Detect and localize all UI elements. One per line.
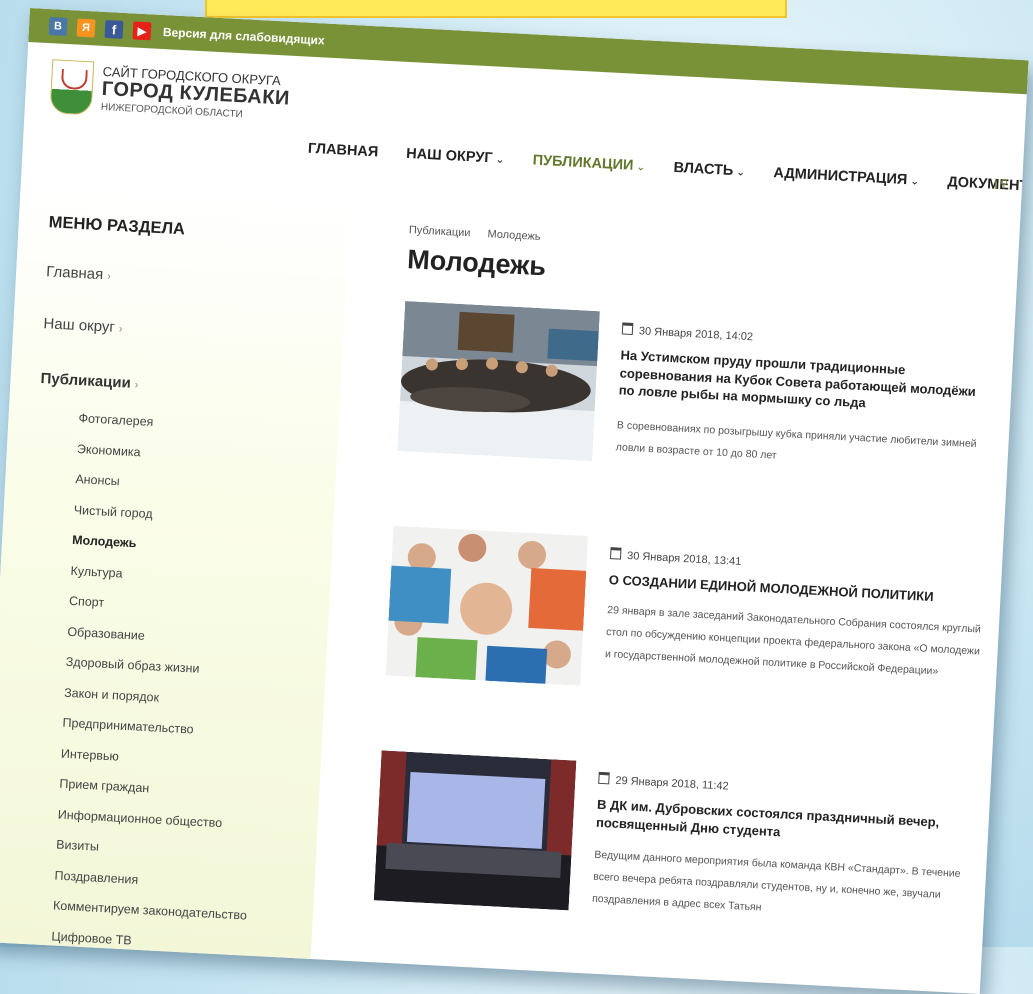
vk-icon[interactable]: В	[48, 17, 68, 36]
calendar-icon	[609, 547, 622, 560]
breadcrumb: Публикации Молодежь	[409, 224, 555, 244]
article-title[interactable]: В ДК им. Дубровских состоялся праздничны…	[596, 796, 967, 850]
chevron-down-icon: ⌄	[495, 153, 505, 167]
youtube-icon[interactable]: ▶	[132, 21, 152, 41]
publications-submenu: Фотогалерея Экономика Анонсы Чистый горо…	[49, 411, 273, 994]
top-highlight-banner	[205, 0, 787, 18]
search-icon[interactable]: | ⚲	[994, 177, 1009, 191]
breadcrumb-item: Молодежь	[487, 228, 541, 244]
calendar-icon	[598, 771, 610, 785]
main-content: Публикации Молодежь Молодежь 30 Января 2…	[373, 206, 1009, 914]
nav-home[interactable]: ГЛАВНАЯ	[308, 141, 379, 161]
coat-of-arms-logo[interactable]	[49, 59, 95, 116]
chevron-right-icon: ›	[106, 270, 112, 283]
sidebar-subitem[interactable]: фото	[49, 959, 244, 994]
article-date: 30 Января 2018, 14:02	[621, 322, 754, 343]
section-menu: МЕНЮ РАЗДЕЛА Главная › Наш округ › Публика…	[0, 185, 351, 975]
main-nav: ГЛАВНАЯ НАШ ОКРУГ ⌄ ПУБЛИКАЦИИ ⌄ ВЛАСТЬ ⌄ А…	[308, 141, 1029, 196]
page-title: Молодежь	[406, 244, 547, 282]
article-item: 30 Января 2018, 13:41 О СОЗДАНИИ ЕДИНОЙ …	[385, 525, 992, 686]
website-screenshot: В Я f ▶ Версия для слабовидящих САЙТ ГОР…	[0, 8, 1029, 994]
article-thumbnail[interactable]	[397, 301, 600, 462]
article-thumbnail[interactable]	[385, 525, 589, 686]
chevron-down-icon: ⌄	[909, 175, 920, 188]
facebook-icon[interactable]: f	[104, 19, 124, 39]
article-item: 29 Января 2018, 11:42 В ДК им. Дубровски…	[373, 750, 981, 914]
sidebar-item-home[interactable]: Главная ›	[46, 263, 112, 283]
article-date: 30 Января 2018, 13:41	[609, 547, 742, 568]
chevron-right-icon: ›	[118, 323, 123, 336]
article-description: В соревнованиях по розыгрышу кубка приня…	[615, 419, 977, 462]
breadcrumb-item[interactable]: Публикации	[409, 224, 471, 239]
accessible-version-link[interactable]: Версия для слабовидящих	[163, 25, 325, 47]
article-item: 30 Января 2018, 14:02 На Устимском пруду…	[397, 301, 1004, 462]
chevron-down-icon: ⌄	[636, 160, 646, 174]
chevron-down-icon: ⌄	[735, 166, 746, 179]
article-description: 29 января в зале заседаний Законодательн…	[604, 604, 982, 678]
section-menu-title: МЕНЮ РАЗДЕЛА	[48, 213, 186, 239]
nav-documents[interactable]: ДОКУМЕНТЫ⌄	[947, 174, 1029, 196]
sidebar-item-our-district[interactable]: Наш округ ›	[43, 315, 123, 336]
article-description: Ведущим данного мероприятия была команда…	[591, 848, 961, 914]
nav-our-district[interactable]: НАШ ОКРУГ ⌄	[406, 146, 505, 167]
article-date: 29 Января 2018, 11:42	[598, 771, 729, 793]
nav-administration[interactable]: АДМИНИСТРАЦИЯ ⌄	[773, 165, 920, 189]
nav-authority[interactable]: ВЛАСТЬ ⌄	[673, 160, 746, 180]
nav-publications[interactable]: ПУБЛИКАЦИИ ⌄	[532, 153, 646, 175]
article-thumbnail[interactable]	[373, 750, 577, 911]
odnoklassniki-icon[interactable]: Я	[76, 18, 96, 38]
article-title[interactable]: На Устимском пруду прошли традиционные с…	[618, 346, 990, 418]
calendar-icon	[621, 322, 634, 335]
chevron-right-icon: ›	[134, 379, 139, 392]
sidebar-item-publications[interactable]: Публикации ›	[40, 370, 139, 392]
